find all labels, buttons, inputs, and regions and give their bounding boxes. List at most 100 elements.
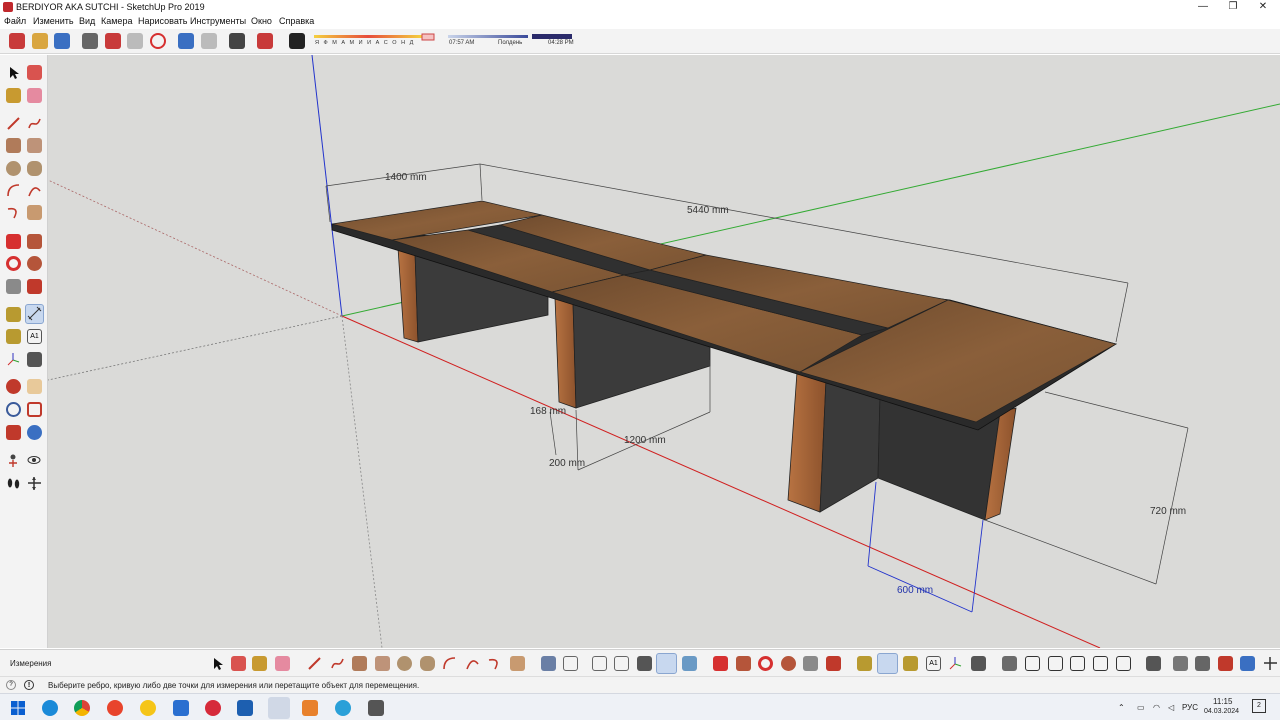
arc-bottom-icon[interactable] [442,656,457,671]
menu-help[interactable]: Справка [279,16,314,26]
right-view-icon[interactable] [614,656,629,671]
dimension-bottom-icon[interactable] [877,653,898,674]
paint-bucket-icon[interactable] [6,88,21,103]
extension-2-icon[interactable] [1240,656,1255,671]
windows-start-icon[interactable] [10,700,26,716]
protractor-icon[interactable] [6,329,21,344]
chrome-icon[interactable] [74,700,90,716]
maximize-button[interactable]: ❐ [1218,0,1248,15]
make-component-icon[interactable] [27,65,42,80]
menu-camera[interactable]: Камера [101,16,132,26]
model-viewport[interactable]: 1400 mm 5440 mm 168 mm 200 mm 1200 mm 72… [48,55,1280,648]
axes-icon[interactable] [6,352,21,367]
line-bottom-icon[interactable] [307,656,322,671]
clock-time[interactable]: 11:15 [1213,697,1232,706]
3d-text-icon[interactable] [27,352,42,367]
erase-icon[interactable] [150,33,166,49]
tape-bottom-icon[interactable] [857,656,872,671]
keyboard-language[interactable]: РУС [1182,703,1198,712]
look-around-eye-icon[interactable] [27,453,42,468]
telegram-icon[interactable] [335,700,351,716]
walk-footprints-icon[interactable] [6,476,21,491]
house-2-icon[interactable] [1048,656,1063,671]
circle-icon[interactable] [6,161,21,176]
warehouse-icon[interactable] [1002,656,1017,671]
close-button[interactable]: ✕ [1248,0,1278,15]
back-view-icon[interactable] [637,656,652,671]
scale-icon[interactable] [6,279,21,294]
zoom-window-icon[interactable] [27,402,42,417]
rectangle-icon[interactable] [6,138,21,153]
push-pull-bottom-icon[interactable] [736,656,751,671]
protractor-bottom-icon[interactable] [903,656,918,671]
shaded-style-icon[interactable] [656,653,677,674]
house-5-icon[interactable] [1116,656,1131,671]
design-app-icon[interactable] [237,700,253,716]
menu-file[interactable]: Файл [4,16,26,26]
pie-icon[interactable] [27,205,42,220]
print-icon[interactable] [229,33,245,49]
menu-window[interactable]: Окно [251,16,272,26]
move-icon[interactable] [6,234,21,249]
pan-bottom-icon[interactable] [1263,656,1278,671]
freehand-icon[interactable] [27,116,42,131]
pan-hand-icon[interactable] [27,379,42,394]
orbit-icon[interactable] [6,379,21,394]
textured-style-icon[interactable] [682,656,697,671]
tape-measure-icon[interactable] [6,307,21,322]
push-pull-icon[interactable] [27,234,42,249]
help-icon[interactable]: ? [6,680,16,690]
archive-app-icon[interactable] [368,700,384,716]
component-icon[interactable] [231,656,246,671]
yandex-browser-icon[interactable] [107,700,123,716]
save-icon[interactable] [54,33,70,49]
menu-view[interactable]: Вид [79,16,95,26]
scale-bottom-icon[interactable] [803,656,818,671]
follow-me-icon[interactable] [27,256,42,271]
select-arrow-icon[interactable] [6,65,21,80]
minimize-button[interactable]: — [1188,0,1218,15]
three-point-arc-icon[interactable] [6,205,21,220]
shadow-month-slider[interactable]: Я Ф М А М И И А С О Н Д [312,33,438,51]
pie-bottom-icon[interactable] [510,656,525,671]
undo-icon[interactable] [178,33,194,49]
house-icon[interactable] [1025,656,1040,671]
top-view-icon[interactable] [563,656,578,671]
model-info-icon[interactable] [257,33,273,49]
new-model-icon[interactable] [9,33,25,49]
tray-chevron-icon[interactable]: ⌃ [1118,703,1125,712]
zoom-extents-icon[interactable] [6,425,21,440]
move-bottom-icon[interactable] [713,656,728,671]
house-3-icon[interactable] [1070,656,1085,671]
two-point-arc-bottom-icon[interactable] [465,656,480,671]
wifi-icon[interactable]: ◠ [1153,703,1160,712]
paint-icon[interactable] [252,656,267,671]
redo-icon[interactable] [201,33,217,49]
arc-icon[interactable] [6,183,21,198]
volume-icon[interactable]: ◁ [1168,703,1174,712]
menu-draw[interactable]: Нарисовать [138,16,187,26]
dimension-tool-icon[interactable] [25,304,44,324]
two-point-arc-icon[interactable] [27,183,42,198]
offset-bottom-icon[interactable] [826,656,841,671]
sketchup-taskbar-icon[interactable] [268,697,290,719]
select-icon[interactable] [210,656,225,671]
media-app-icon[interactable] [140,700,156,716]
network-icon[interactable]: ▭ [1137,703,1145,712]
previous-view-icon[interactable] [27,425,42,440]
pinterest-icon[interactable] [205,700,221,716]
zoom-icon[interactable] [6,402,21,417]
follow-me-bottom-icon[interactable] [781,656,796,671]
rotated-rect-bottom-icon[interactable] [375,656,390,671]
eraser-icon[interactable] [27,88,42,103]
offset-icon[interactable] [27,279,42,294]
section-plane-icon[interactable] [27,476,42,491]
group-icon[interactable] [1173,656,1188,671]
freehand-bottom-icon[interactable] [330,656,345,671]
polygon-bottom-icon[interactable] [420,656,435,671]
paste-icon[interactable] [127,33,143,49]
file-explorer-icon[interactable] [173,700,189,716]
3d-text-bottom-icon[interactable] [971,656,986,671]
rectangle-bottom-icon[interactable] [352,656,367,671]
notification-center-icon[interactable]: 2 [1252,699,1266,713]
